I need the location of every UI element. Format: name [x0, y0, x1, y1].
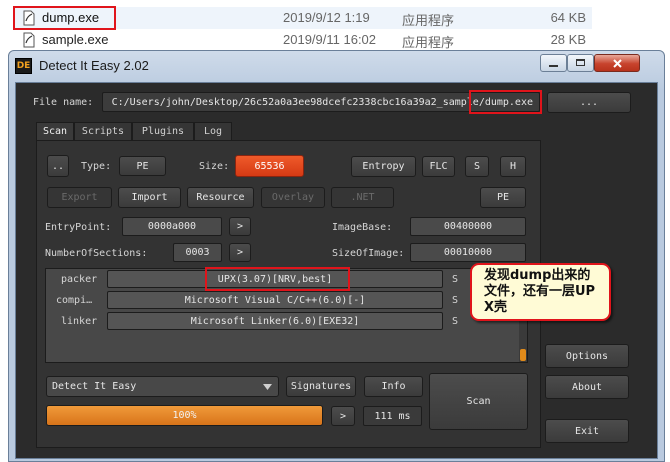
s-button[interactable]: S [465, 156, 489, 177]
tab-scripts[interactable]: Scripts [74, 122, 132, 140]
minimize-button[interactable] [540, 54, 567, 72]
die-window: DE Detect It Easy 2.02 File name: C:/Use… [8, 50, 665, 462]
sections-label: NumberOfSections: [45, 248, 148, 259]
maximize-icon [576, 59, 585, 66]
progress-bar: 100% [46, 405, 323, 426]
file-size: 64 KB [550, 10, 586, 25]
about-button-visible[interactable]: About [545, 375, 629, 399]
info-button[interactable]: Info [364, 376, 423, 397]
database-select[interactable]: Detect It Easy [46, 376, 279, 397]
file-date: 2019/9/12 1:19 [283, 10, 370, 25]
result-flag-linker[interactable]: S [452, 316, 458, 327]
result-flag-compiler[interactable]: S [452, 295, 458, 306]
entrypoint-label: EntryPoint: [45, 222, 112, 233]
window-title: Detect It Easy 2.02 [39, 58, 149, 73]
maximize-button[interactable] [567, 54, 594, 72]
tab-plugins[interactable]: Plugins [132, 122, 194, 140]
entropy-button[interactable]: Entropy [351, 156, 416, 177]
dump-file-highlight [13, 6, 116, 30]
type-label: Type: [81, 161, 112, 172]
minimize-icon [549, 65, 558, 67]
sections-arrow-button[interactable]: > [229, 243, 251, 262]
progress-text: 100% [172, 410, 197, 421]
size-button[interactable]: 65536 [235, 155, 304, 177]
import-button[interactable]: Import [118, 187, 181, 208]
tab-log[interactable]: Log [194, 122, 232, 140]
size-label: Size: [199, 161, 230, 172]
type-button[interactable]: PE [119, 156, 166, 176]
title-bar[interactable]: DE Detect It Easy 2.02 [9, 51, 664, 81]
file-row-sample[interactable]: sample.exe 2019/9/11 16:02 应用程序 28 KB [14, 29, 592, 51]
result-type-compiler: compi… [56, 295, 93, 306]
upx-highlight [205, 267, 350, 291]
dotnet-button[interactable]: .NET [331, 187, 394, 208]
overlay-button[interactable]: Overlay [261, 187, 325, 208]
signatures-button[interactable]: Signatures [286, 376, 356, 397]
pe-button[interactable]: PE [480, 187, 526, 208]
file-name: sample.exe [42, 32, 109, 47]
database-value: Detect It Easy [52, 381, 137, 392]
scan-time: 111 ms [363, 406, 422, 426]
file-type: 应用程序 [402, 35, 455, 50]
scrollbar-thumb[interactable] [520, 349, 526, 361]
export-button[interactable]: Export [47, 187, 112, 208]
exit-button[interactable]: Exit [545, 419, 629, 443]
annotation-callout: 发现dump出来的文件，还有一层UPX壳 [470, 263, 611, 321]
file-type: 应用程序 [402, 13, 455, 28]
resource-button[interactable]: Resource [187, 187, 254, 208]
file-size: 28 KB [550, 32, 586, 47]
flc-button[interactable]: FLC [422, 156, 455, 177]
imagebase-field[interactable]: 00400000 [410, 217, 526, 236]
sizeofimage-label: SizeOfImage: [332, 248, 405, 259]
close-icon [613, 59, 622, 68]
sizeofimage-field[interactable]: 00010000 [410, 243, 526, 262]
file-date: 2019/9/11 16:02 [283, 32, 377, 47]
result-value-linker[interactable]: Microsoft Linker(6.0)[EXE32] [107, 312, 443, 330]
result-type-packer: packer [61, 274, 98, 285]
result-type-linker: linker [61, 316, 98, 327]
main-panel: File name: C:/Users/john/Desktop/26c52a0… [15, 82, 658, 459]
chevron-down-icon [263, 384, 272, 390]
imagebase-label: ImageBase: [332, 222, 393, 233]
file-name-label: File name: [33, 97, 94, 108]
browse-button[interactable]: ... [547, 92, 631, 113]
callout-text: 发现dump出来的文件，还有一层UPX壳 [484, 268, 596, 315]
entrypoint-arrow-button[interactable]: > [229, 217, 251, 236]
tab-scan[interactable]: Scan [36, 122, 74, 140]
result-flag-packer[interactable]: S [452, 274, 458, 285]
options-button-visible[interactable]: Options [545, 344, 629, 368]
sections-field[interactable]: 0003 [173, 243, 222, 262]
result-value-compiler[interactable]: Microsoft Visual C/C++(6.0)[-] [107, 291, 443, 309]
scan-button[interactable]: Scan [429, 373, 528, 430]
h-button[interactable]: H [500, 156, 526, 177]
progress-next-button[interactable]: > [331, 406, 355, 426]
exe-file-icon [23, 32, 35, 48]
entrypoint-field[interactable]: 0000a000 [122, 217, 222, 236]
close-button[interactable] [594, 54, 640, 72]
dump-path-highlight [469, 90, 542, 114]
app-icon: DE [15, 58, 32, 74]
tab-bar: Scan Scripts Plugins Log [36, 122, 246, 140]
parent-dir-button[interactable]: .. [47, 155, 69, 177]
